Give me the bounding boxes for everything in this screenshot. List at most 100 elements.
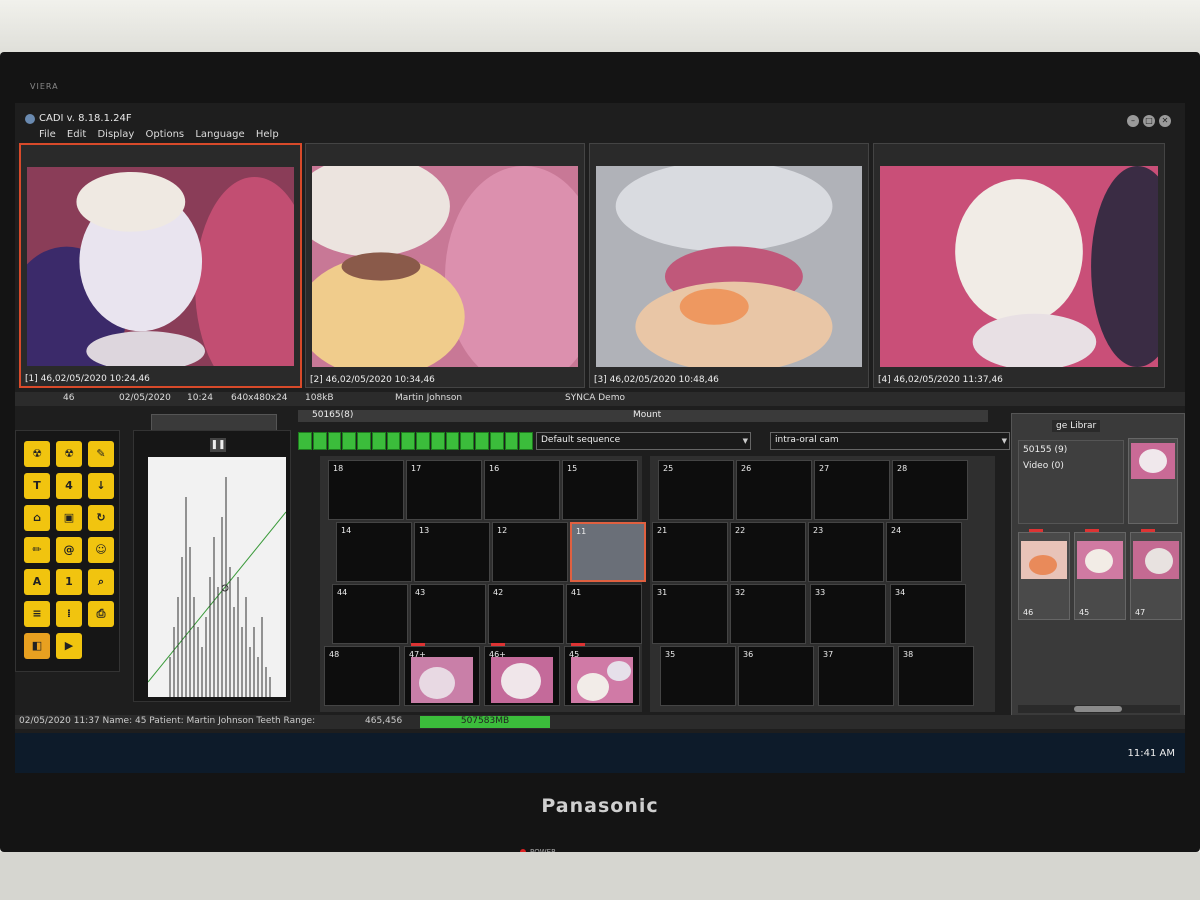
info-time: 10:24 [187, 393, 213, 403]
tooth-slot[interactable]: 33 [810, 584, 886, 644]
camera-value: intra-oral cam [775, 435, 839, 445]
tooth-slot[interactable]: 25 [658, 460, 734, 520]
image-frame-4[interactable]: [4] 46,02/05/2020 11:37,46 [873, 143, 1165, 388]
menu-options[interactable]: Options [146, 129, 185, 140]
tab-image-library[interactable]: ge Librar [1052, 420, 1101, 432]
tooth-slot[interactable]: 22 [730, 522, 806, 582]
info-tooth: 46 [63, 393, 75, 403]
image-caption: [2] 46,02/05/2020 10:34,46 [310, 375, 435, 385]
chevron-down-icon: ▼ [742, 437, 748, 445]
tooth-slot[interactable]: 16 [484, 460, 560, 520]
grid-icon[interactable]: ⁞ [56, 601, 82, 627]
tooth-slot[interactable]: 18 [328, 460, 404, 520]
menu-bar: File Edit Display Options Language Help [39, 129, 287, 143]
tooth-slot[interactable]: 36 [738, 646, 814, 706]
tooth-slot[interactable]: 41 [566, 584, 642, 644]
archive-icon[interactable]: ◧ [24, 633, 50, 659]
record-id: 50155 (9) [1023, 445, 1068, 455]
sequence-value: Default sequence [541, 435, 621, 445]
tooth-grid-left: 25 26 27 28 21 22 23 24 31 32 33 34 35 3… [650, 456, 995, 712]
tooth-slot[interactable]: 48 [324, 646, 400, 706]
tooth-slot[interactable]: 37 [818, 646, 894, 706]
close-button[interactable]: ✕ [1159, 115, 1171, 127]
tooth-slot-with-image[interactable]: 45 [564, 643, 640, 706]
tooth-slot[interactable]: 14 [336, 522, 412, 582]
draw-icon[interactable]: ✏ [24, 537, 50, 563]
tooth-slot[interactable]: 23 [808, 522, 884, 582]
tooth-slot[interactable]: 12 [492, 522, 568, 582]
twain-icon[interactable]: T [24, 473, 50, 499]
save-icon[interactable]: ▣ [56, 505, 82, 531]
taskbar-clock: 11:41 AM [1127, 748, 1175, 759]
status-text: 02/05/2020 11:37 Name: 45 Patient: Marti… [19, 716, 316, 726]
monitor-brand-logo: Panasonic [541, 795, 659, 817]
maximize-button[interactable]: □ [1143, 115, 1155, 127]
sequence-select[interactable]: Default sequence ▼ [536, 432, 751, 450]
tooth-slot[interactable]: 26 [736, 460, 812, 520]
preview-thumb[interactable] [1128, 438, 1178, 524]
image-frame-3[interactable]: [3] 46,02/05/2020 10:48,46 [589, 143, 869, 388]
horizontal-scrollbar[interactable] [1018, 705, 1180, 713]
image-caption: [3] 46,02/05/2020 10:48,46 [594, 375, 719, 385]
number-icon[interactable]: 1 [56, 569, 82, 595]
tooth-slot[interactable]: 32 [730, 584, 806, 644]
tooth-slot[interactable]: 35 [660, 646, 736, 706]
import-icon[interactable]: ↓ [88, 473, 114, 499]
video-icon[interactable]: ▶ [56, 633, 82, 659]
tooth-slot[interactable]: 34 [890, 584, 966, 644]
tooth-slot[interactable]: 15 [562, 460, 638, 520]
email-icon[interactable]: @ [56, 537, 82, 563]
layout-icon[interactable]: 4 [56, 473, 82, 499]
image-frame-2[interactable]: [2] 46,02/05/2020 10:34,46 [305, 143, 585, 388]
memory-indicator: 507583MB [420, 716, 550, 728]
image-info-bar: 46 02/05/2020 10:24 640x480x24 108kB Mar… [15, 392, 1185, 406]
pause-button[interactable]: ❚❚ [210, 438, 226, 452]
info-source: SYNCA Demo [565, 393, 625, 403]
camera-select[interactable]: intra-oral cam ▼ [770, 432, 1010, 450]
minimize-button[interactable]: – [1127, 115, 1139, 127]
library-thumb[interactable]: 47 [1130, 529, 1182, 620]
tooth-slot[interactable]: 28 [892, 460, 968, 520]
histogram-plot [147, 457, 287, 697]
scrollbar-thumb[interactable] [1074, 706, 1122, 712]
library-thumb[interactable]: 45 [1074, 529, 1126, 620]
tooth-slot[interactable]: 38 [898, 646, 974, 706]
app-title: CADI v. 8.18.1.24F [39, 113, 132, 124]
menu-language[interactable]: Language [195, 129, 244, 140]
menu-help[interactable]: Help [256, 129, 279, 140]
tooth-slot[interactable]: 17 [406, 460, 482, 520]
video-count: Video (0) [1023, 461, 1064, 471]
intraoral-photo-2 [312, 166, 578, 367]
refresh-icon[interactable]: ↻ [88, 505, 114, 531]
menu-display[interactable]: Display [97, 129, 134, 140]
zoom-icon[interactable]: ⌕ [88, 569, 114, 595]
tooth-slot-with-image[interactable]: 46+ [484, 643, 560, 706]
menu-file[interactable]: File [39, 129, 56, 140]
image-library-panel: ge Librar 50155 (9) Video (0) 46 45 47 [1011, 413, 1185, 718]
document-icon[interactable]: ≡ [24, 601, 50, 627]
tooth-slot-with-image[interactable]: 47+ [404, 643, 480, 706]
capture-progress [298, 432, 533, 450]
library-thumb[interactable]: 46 [1018, 529, 1070, 620]
tooth-slot[interactable]: 43 [410, 584, 486, 644]
menu-edit[interactable]: Edit [67, 129, 86, 140]
radiation-icon[interactable]: ☢ [24, 441, 50, 467]
tooth-slot[interactable]: 13 [414, 522, 490, 582]
intraoral-photo-1 [27, 167, 294, 366]
tooth-slot[interactable]: 44 [332, 584, 408, 644]
tooth-slot-selected[interactable]: 11 [570, 522, 646, 582]
profile-icon[interactable]: ☺ [88, 537, 114, 563]
tooth-slot[interactable]: 24 [886, 522, 962, 582]
radiation-alt-icon[interactable]: ☢ [56, 441, 82, 467]
tooth-slot[interactable]: 21 [652, 522, 728, 582]
tooth-slot[interactable]: 42 [488, 584, 564, 644]
mount-header: 50165(8) Mount [298, 410, 988, 422]
tooth-slot[interactable]: 31 [652, 584, 728, 644]
tooth-slot[interactable]: 27 [814, 460, 890, 520]
print-icon[interactable]: ⎙ [88, 601, 114, 627]
pen-icon[interactable]: ✎ [88, 441, 114, 467]
image-frame-1[interactable]: [1] 46,02/05/2020 10:24,46 [19, 143, 302, 388]
annotate-icon[interactable]: A [24, 569, 50, 595]
folder-icon[interactable]: ⌂ [24, 505, 50, 531]
taskbar: 11:41 AM [15, 733, 1185, 773]
